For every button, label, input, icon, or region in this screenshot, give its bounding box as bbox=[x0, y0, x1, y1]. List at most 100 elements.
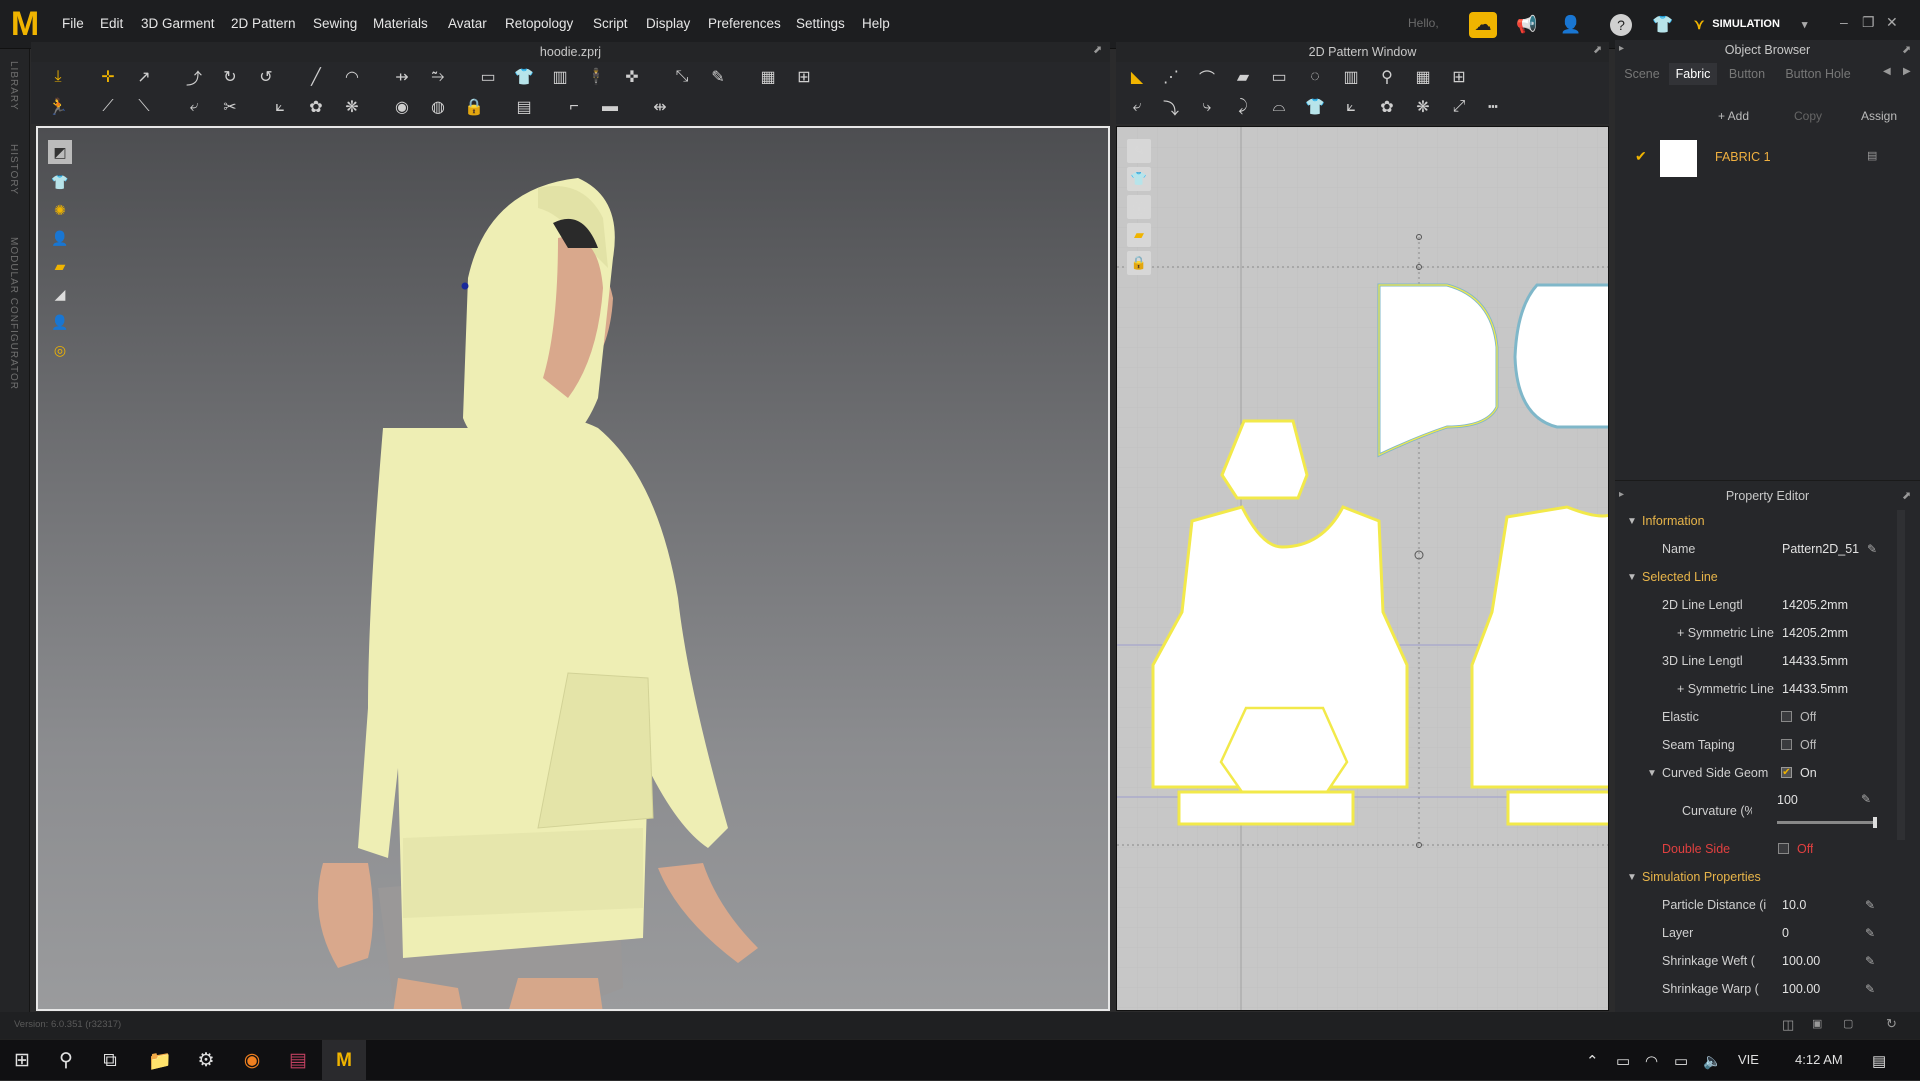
texture-2d-icon[interactable]: ⟀ bbox=[1338, 95, 1364, 119]
edit-layer-icon[interactable]: ✎ bbox=[1865, 926, 1875, 940]
notifications-icon[interactable]: ▤ bbox=[1872, 1052, 1886, 1070]
edit-curvature-icon[interactable]: ⌒ bbox=[1194, 65, 1220, 89]
menu-materials[interactable]: Materials bbox=[373, 16, 428, 31]
assign-fabric-button[interactable]: Assign bbox=[1845, 105, 1897, 127]
dart-icon[interactable]: ⚲ bbox=[1374, 65, 1400, 89]
restore-icon[interactable]: ❐ bbox=[1862, 14, 1875, 31]
fit-view-icon[interactable]: ✎ bbox=[1127, 139, 1151, 163]
internal-line-icon[interactable]: ▥ bbox=[1338, 65, 1364, 89]
close-icon[interactable]: ✕ bbox=[1886, 14, 1898, 31]
select-move-icon[interactable]: ↗ bbox=[131, 65, 157, 89]
sewing-multi-icon[interactable]: ⟍ bbox=[131, 95, 157, 119]
elastic-checkbox[interactable] bbox=[1781, 711, 1792, 722]
transform-pattern-icon[interactable]: ◣ bbox=[1124, 65, 1150, 89]
avatar-pose-icon[interactable]: 🕴 bbox=[583, 65, 609, 89]
curved-side-checkbox[interactable]: ✔ bbox=[1781, 767, 1792, 778]
sync-icon[interactable]: ⇹ bbox=[647, 95, 673, 119]
wifi-icon[interactable]: ◠ bbox=[1645, 1052, 1658, 1070]
3d-view-icon[interactable]: ▣ bbox=[1812, 1017, 1822, 1030]
announcement-icon[interactable]: 📢 bbox=[1514, 12, 1540, 38]
tab-button[interactable]: Button bbox=[1719, 63, 1775, 85]
circle-icon[interactable]: ◌ bbox=[1302, 65, 1328, 89]
battery-icon[interactable]: ▭ bbox=[1674, 1052, 1688, 1070]
seam-taping-checkbox[interactable] bbox=[1781, 739, 1792, 750]
edit-warp-icon[interactable]: ✎ bbox=[1865, 982, 1875, 996]
pattern-canvas[interactable]: ✎ 👕 ⓘ ▰ 🔒 bbox=[1116, 126, 1609, 1011]
pants-icon[interactable]: ▥ bbox=[547, 65, 573, 89]
shirt-2d-icon[interactable]: 👕 bbox=[1302, 95, 1328, 119]
windows-start-icon[interactable]: ⊞ bbox=[0, 1040, 44, 1081]
trim-icon[interactable]: ❋ bbox=[339, 95, 365, 119]
tab-scene[interactable]: Scene bbox=[1617, 63, 1667, 85]
lock-view-icon[interactable]: 🔒 bbox=[1127, 251, 1151, 275]
rectangle-icon[interactable]: ▭ bbox=[1266, 65, 1292, 89]
fabric-list-item[interactable]: ✔ FABRIC 1 ▤ bbox=[1625, 138, 1910, 178]
tack-icon[interactable]: ⌓ bbox=[1266, 95, 1292, 119]
shrinkage-warp-value[interactable]: 100.00 bbox=[1782, 982, 1820, 996]
fold-arrangement-icon[interactable]: ⤴ bbox=[181, 65, 207, 89]
button-icon[interactable]: ◉ bbox=[389, 95, 415, 119]
curvature-slider-handle[interactable] bbox=[1873, 817, 1877, 828]
rotate-ccw-icon[interactable]: ↺ bbox=[253, 65, 279, 89]
pencil-icon[interactable]: ✎ bbox=[705, 65, 731, 89]
cloud-sync-icon[interactable]: ☁ bbox=[1469, 12, 1497, 38]
graphic-icon[interactable]: ✿ bbox=[303, 95, 329, 119]
arrange-icon[interactable]: ✜ bbox=[619, 65, 645, 89]
clock[interactable]: 4:12 AM bbox=[1795, 1052, 1843, 1067]
marvelous-designer-taskbar-icon[interactable]: M bbox=[322, 1040, 366, 1081]
file-explorer-icon[interactable]: 📁 bbox=[138, 1040, 182, 1081]
graphic-2d-icon[interactable]: ✿ bbox=[1374, 95, 1400, 119]
menu-help[interactable]: Help bbox=[862, 16, 890, 31]
seam-check-icon[interactable]: ⤶ bbox=[181, 95, 207, 119]
tab-fabric[interactable]: Fabric bbox=[1669, 63, 1717, 85]
search-icon[interactable]: ⚲ bbox=[44, 1040, 88, 1081]
tray-expand-icon[interactable]: ⌃ bbox=[1586, 1052, 1599, 1070]
3d-viewport[interactable]: ◩ 👕 ✺ 👤 ▰ ◢ 👤 ◎ bbox=[36, 126, 1110, 1011]
walk-icon[interactable]: 🏃 bbox=[45, 95, 71, 119]
edit-curvature-value-icon[interactable]: ✎ bbox=[1861, 792, 1871, 806]
lock-icon[interactable]: 🔒 bbox=[461, 95, 487, 119]
curvature-value[interactable]: 100 bbox=[1777, 793, 1798, 807]
edit-point-icon[interactable]: ⋰ bbox=[1158, 65, 1184, 89]
shirt-view-icon[interactable]: 👕 bbox=[1127, 167, 1151, 191]
edit-weft-icon[interactable]: ✎ bbox=[1865, 954, 1875, 968]
tab-button-hole[interactable]: Button Hole bbox=[1777, 63, 1859, 85]
info-view-icon[interactable]: ⓘ bbox=[1127, 195, 1151, 219]
pin-icon[interactable]: ⇸ bbox=[389, 65, 415, 89]
expand-curved-icon[interactable]: ▼ bbox=[1647, 768, 1657, 779]
segment-sewing-icon[interactable]: ⤶ bbox=[1124, 95, 1150, 119]
grid-2d-alt-icon[interactable]: ⊞ bbox=[1446, 65, 1472, 89]
menu-avatar[interactable]: Avatar bbox=[448, 16, 487, 31]
menu-3d-garment[interactable]: 3D Garment bbox=[141, 16, 215, 31]
split-view-icon[interactable]: ◫ bbox=[1782, 1017, 1794, 1033]
device-icon[interactable]: ▭ bbox=[1616, 1052, 1630, 1070]
free-sewing-icon[interactable]: ⤵ bbox=[1158, 95, 1184, 119]
expand-information-icon[interactable]: ▼ bbox=[1627, 516, 1637, 527]
user-icon[interactable]: 👤 bbox=[1558, 12, 1584, 38]
menu-2d-pattern[interactable]: 2D Pattern bbox=[231, 16, 296, 31]
tshirt-icon[interactable]: 👕 bbox=[511, 65, 537, 89]
grid-icon[interactable]: ▦ bbox=[755, 65, 781, 89]
polygon-icon[interactable]: ▰ bbox=[1230, 65, 1256, 89]
sewing-edge-icon[interactable]: ⟋ bbox=[95, 95, 121, 119]
texture-icon[interactable]: ⟀ bbox=[267, 95, 293, 119]
2d-view-icon[interactable]: ▢ bbox=[1843, 1017, 1853, 1030]
menu-script[interactable]: Script bbox=[593, 16, 628, 31]
add-fabric-button[interactable]: + Add bbox=[1718, 105, 1749, 127]
ruler-icon[interactable]: ⤢ bbox=[1446, 95, 1472, 119]
popout-browser-icon[interactable]: ⬈ bbox=[1902, 43, 1911, 56]
curvature-slider-track[interactable] bbox=[1777, 817, 1877, 828]
double-side-checkbox[interactable] bbox=[1778, 843, 1789, 854]
dashed-line-icon[interactable]: ┅ bbox=[1480, 95, 1506, 119]
history-tab[interactable]: HISTORY bbox=[8, 144, 19, 195]
edit-curve-icon[interactable]: ◠ bbox=[339, 65, 365, 89]
popout-3d-icon[interactable]: ⬈ bbox=[1093, 43, 1102, 56]
measure-icon[interactable]: ⤡ bbox=[669, 65, 695, 89]
expand-selected-line-icon[interactable]: ▼ bbox=[1627, 572, 1637, 583]
refresh-icon[interactable]: ↻ bbox=[1886, 1016, 1897, 1032]
steam-icon[interactable]: ⚙ bbox=[184, 1040, 228, 1081]
menu-edit[interactable]: Edit bbox=[100, 16, 123, 31]
menu-sewing[interactable]: Sewing bbox=[313, 16, 357, 31]
language-indicator[interactable]: VIE bbox=[1738, 1052, 1759, 1067]
particle-distance-value[interactable]: 10.0 bbox=[1782, 898, 1806, 912]
